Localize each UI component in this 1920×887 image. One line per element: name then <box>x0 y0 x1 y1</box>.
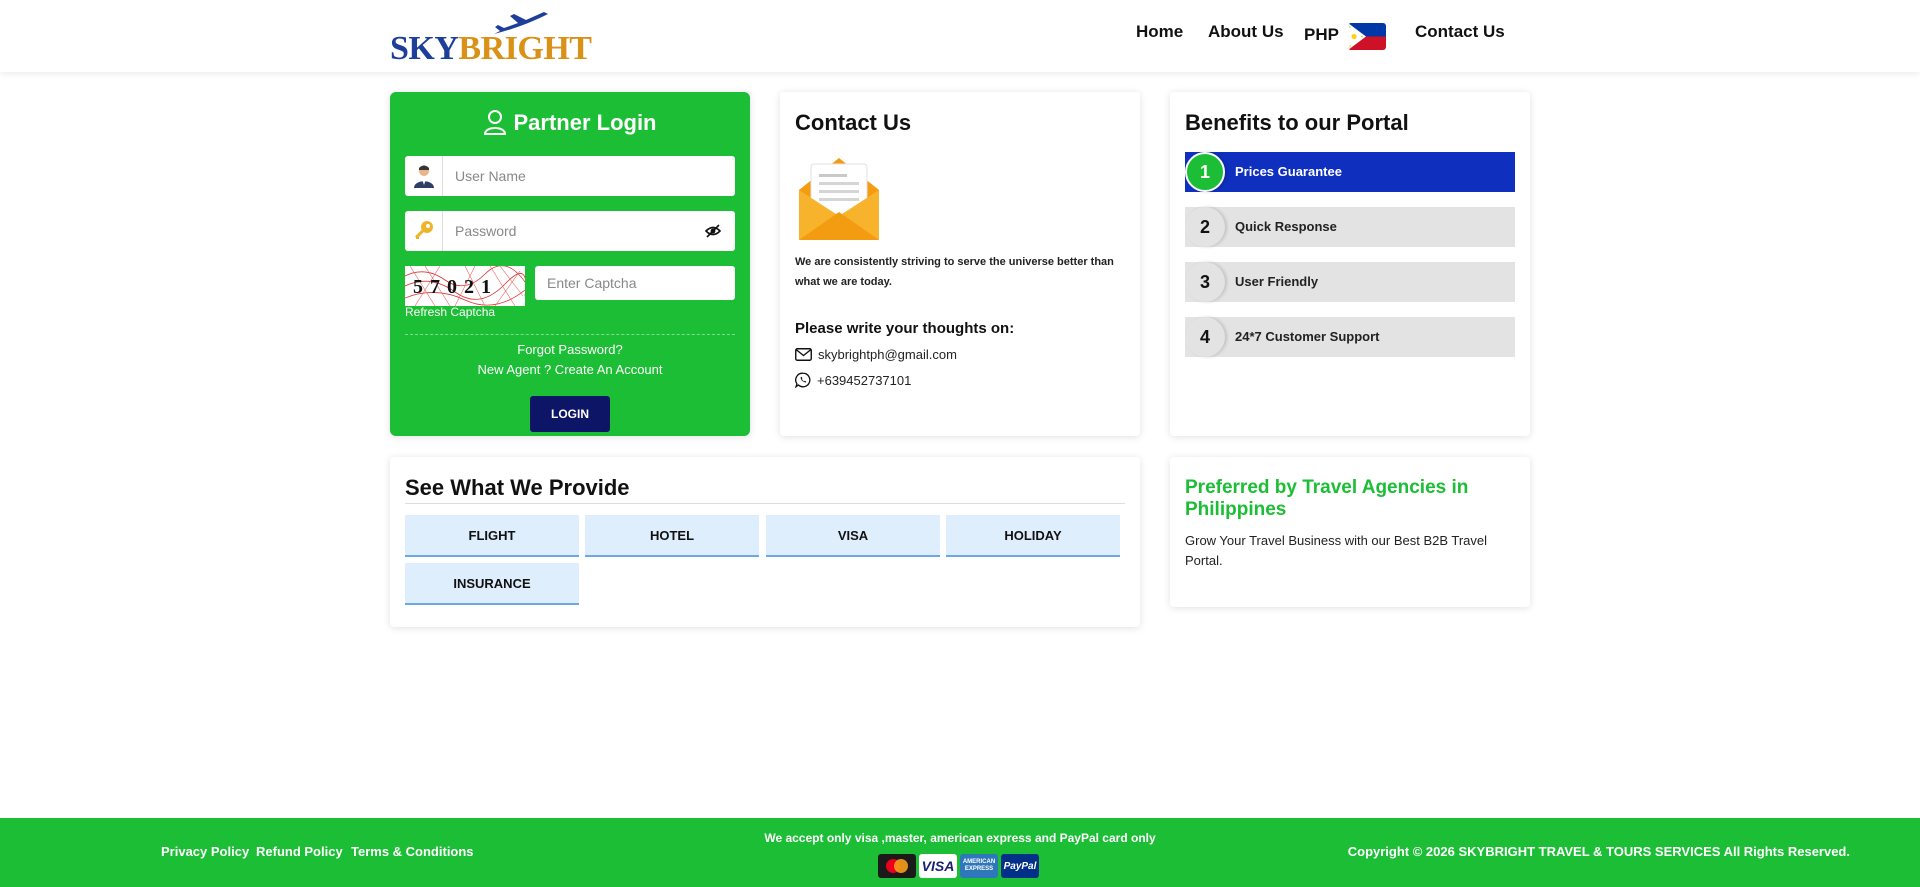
nav-about-us[interactable]: About Us <box>1208 22 1284 42</box>
benefit-label: Quick Response <box>1235 219 1337 234</box>
logo-wordmark: SKYBRIGHT <box>390 30 592 67</box>
contact-email-row[interactable]: skybrightph@gmail.com <box>795 347 957 362</box>
password-input[interactable] <box>443 211 723 251</box>
mail-icon <box>795 348 812 361</box>
key-icon <box>405 211 443 251</box>
benefit-item: 1 Prices Guarantee <box>1185 152 1515 192</box>
philippines-flag-icon[interactable] <box>1348 23 1386 50</box>
privacy-policy-link[interactable]: Privacy Policy <box>161 844 249 859</box>
site-footer: Privacy Policy Refund Policy Terms & Con… <box>0 818 1920 887</box>
copyright-text: Copyright © 2026 SKYBRIGHT TRAVEL & TOUR… <box>1347 844 1850 859</box>
mastercard-icon <box>878 854 916 878</box>
benefits-card: Benefits to our Portal 1 Prices Guarante… <box>1170 92 1530 436</box>
login-divider <box>405 334 735 335</box>
paypal-icon: PayPal <box>1001 854 1039 878</box>
service-visa-tab[interactable]: VISA <box>766 515 940 557</box>
visa-icon: VISA <box>919 854 957 878</box>
services-title: See What We Provide <box>405 475 630 500</box>
service-flight-tab[interactable]: FLIGHT <box>405 515 579 557</box>
benefit-label: User Friendly <box>1235 274 1319 289</box>
benefit-item: 2 Quick Response <box>1185 207 1515 247</box>
eye-slash-icon[interactable] <box>705 224 721 238</box>
login-button[interactable]: LOGIN <box>530 396 610 432</box>
user-icon <box>484 110 507 136</box>
payment-notice: We accept only visa ,master, american ex… <box>764 831 1156 845</box>
preferred-description: Grow Your Travel Business with our Best … <box>1185 533 1488 568</box>
services-card: See What We Provide FLIGHT HOTEL VISA HO… <box>390 457 1140 627</box>
service-insurance-tab[interactable]: INSURANCE <box>405 563 579 605</box>
whatsapp-icon <box>795 372 811 388</box>
contact-us-card: Contact Us We are consistently striving … <box>780 92 1140 436</box>
benefit-number: 1 <box>1185 152 1225 192</box>
benefits-title: Benefits to our Portal <box>1185 110 1409 135</box>
create-account-link[interactable]: New Agent ? Create An Account <box>390 362 750 377</box>
captcha-field <box>535 266 735 300</box>
forgot-password-link[interactable]: Forgot Password? <box>390 342 750 357</box>
contact-phone[interactable]: +639452737101 <box>817 373 911 388</box>
refresh-captcha-link[interactable]: Refresh Captcha <box>405 305 495 319</box>
amex-icon: AMERICAN EXPRESS <box>960 854 998 878</box>
services-divider <box>405 503 1125 504</box>
site-header: SKYBRIGHT Home About Us PHP Contact Us <box>0 0 1920 72</box>
nav-contact-us[interactable]: Contact Us <box>1415 22 1505 42</box>
password-field <box>405 211 735 251</box>
captcha-input[interactable] <box>535 266 735 300</box>
login-title: Partner Login <box>390 110 750 137</box>
contact-phone-row[interactable]: +639452737101 <box>795 372 911 388</box>
preferred-title: Preferred by Travel Agencies in Philippi… <box>1185 477 1469 520</box>
preferred-card: Preferred by Travel Agencies in Philippi… <box>1170 457 1530 607</box>
agent-icon <box>405 156 443 196</box>
refund-policy-link[interactable]: Refund Policy <box>256 844 343 859</box>
benefit-item: 3 User Friendly <box>1185 262 1515 302</box>
service-holiday-tab[interactable]: HOLIDAY <box>946 515 1120 557</box>
benefit-number: 4 <box>1185 317 1225 357</box>
benefit-item: 4 24*7 Customer Support <box>1185 317 1515 357</box>
nav-currency[interactable]: PHP <box>1304 25 1339 45</box>
partner-login-card: Partner Login User Name 57021 Enter Capt… <box>390 92 750 436</box>
captcha-image: 57021 <box>405 266 525 306</box>
captcha-code: 57021 <box>413 276 498 298</box>
contact-description: We are consistently striving to serve th… <box>795 256 1114 288</box>
benefit-label: Prices Guarantee <box>1235 164 1342 179</box>
service-hotel-tab[interactable]: HOTEL <box>585 515 759 557</box>
payment-cards: VISA AMERICAN EXPRESS PayPal <box>878 854 1039 878</box>
benefit-label: 24*7 Customer Support <box>1235 329 1380 344</box>
envelope-letter-icon <box>799 158 879 240</box>
benefit-number: 2 <box>1185 207 1225 247</box>
benefit-number: 3 <box>1185 262 1225 302</box>
contact-email[interactable]: skybrightph@gmail.com <box>818 347 957 362</box>
thoughts-heading: Please write your thoughts on: <box>795 320 1015 337</box>
contact-title: Contact Us <box>795 110 912 135</box>
terms-conditions-link[interactable]: Terms & Conditions <box>351 844 474 859</box>
skybright-logo[interactable]: SKYBRIGHT <box>390 10 592 66</box>
username-field <box>405 156 735 196</box>
nav-home[interactable]: Home <box>1136 22 1183 42</box>
username-input[interactable] <box>443 156 723 196</box>
